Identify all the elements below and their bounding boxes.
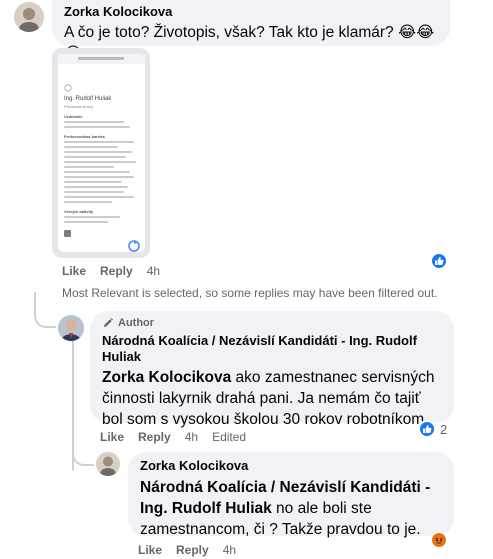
avatar-photo-icon <box>58 315 84 341</box>
reply-timestamp[interactable]: 4h <box>223 543 236 557</box>
avatar-huliak[interactable] <box>58 315 84 341</box>
browser-url <box>78 57 124 60</box>
edited-label: Edited <box>212 430 247 444</box>
comment-image-attachment[interactable]: Ing. Rudolf Huliak Predseda strany Vzdel… <box>52 48 150 258</box>
comment-bubble-zorka: Zorka Kolocikova A čo je toto? Životopis… <box>52 0 450 62</box>
reply-button[interactable]: Reply <box>100 264 133 278</box>
reply-bubble-author: Author Národná Koalícia / Nezávislí Kand… <box>90 311 454 428</box>
thread-connector-reply2 <box>72 440 94 466</box>
cv-line <box>64 171 130 173</box>
reply-text: Zorka Kolocikova ako zamestnanec servisn… <box>102 367 442 430</box>
reply-button[interactable]: Reply <box>176 543 209 557</box>
reply-author[interactable]: Zorka Kolocikova <box>140 458 442 473</box>
cv-line <box>64 186 128 188</box>
reaction-summary[interactable]: 2 <box>418 420 447 438</box>
avatar-zorka[interactable] <box>96 452 120 476</box>
reply-bubble-zorka: Zorka Kolocikova Národná Koalícia / Nezá… <box>128 452 454 538</box>
cv-line <box>64 176 134 178</box>
cv-line <box>64 191 124 193</box>
cv-subtitle: Predseda strany <box>64 104 94 109</box>
reaction-summary[interactable] <box>430 531 448 549</box>
comment-timestamp[interactable]: 4h <box>147 264 160 278</box>
facebook-icon <box>64 230 71 237</box>
recaptcha-icon <box>128 240 140 252</box>
like-button[interactable]: Like <box>62 264 86 278</box>
reaction-summary[interactable] <box>430 252 448 270</box>
cv-screenshot: Ing. Rudolf Huliak Predseda strany Vzdel… <box>58 54 145 252</box>
cv-line <box>64 181 122 183</box>
browser-bar <box>58 54 145 64</box>
author-badge: Author <box>102 317 442 329</box>
author-badge-label: Author <box>118 317 155 329</box>
cv-line <box>64 166 114 168</box>
comment-author[interactable]: Zorka Kolocikova <box>64 4 438 19</box>
reply-actions: Like Reply 4h Edited <box>100 430 246 444</box>
angry-icon <box>430 531 448 549</box>
cv-section-education: Vzdelanie <box>64 114 83 119</box>
cv-line <box>64 156 126 158</box>
thread-connector-reply1 <box>34 292 56 328</box>
like-icon <box>430 252 448 270</box>
cv-line <box>64 196 134 198</box>
cv-line <box>64 141 134 143</box>
reply-actions: Like Reply 4h <box>138 543 236 557</box>
like-button[interactable]: Like <box>138 543 162 557</box>
like-icon <box>418 420 436 438</box>
avatar-photo-icon <box>14 2 44 32</box>
cv-line <box>64 151 132 153</box>
mention-link[interactable]: Zorka Kolocikova <box>102 369 231 386</box>
filter-notice: Most Relevant is selected, so some repli… <box>62 286 438 300</box>
reply-timestamp[interactable]: 4h <box>185 430 198 444</box>
avatar-zorka[interactable] <box>14 2 44 32</box>
cv-line <box>64 126 130 128</box>
pencil-icon <box>104 318 113 327</box>
avatar-photo-icon <box>96 452 120 476</box>
cv-line <box>64 201 112 203</box>
cv-section-career: Profesionálna kariéra <box>64 134 105 139</box>
cv-section-activities: Verejné aktivity <box>64 209 94 214</box>
cv-line <box>64 146 118 148</box>
cv-name: Ing. Rudolf Huliak <box>64 96 112 102</box>
reply-author[interactable]: Národná Koalícia / Nezávislí Kandidáti -… <box>102 333 442 365</box>
profile-circle-icon <box>64 84 72 92</box>
reply-button[interactable]: Reply <box>138 430 171 444</box>
like-button[interactable]: Like <box>100 430 124 444</box>
cv-line <box>64 221 108 223</box>
cv-line <box>64 216 120 218</box>
cv-line <box>64 161 136 163</box>
cv-line <box>64 121 124 123</box>
comment-actions: Like Reply 4h <box>62 264 160 278</box>
reply-text: Národná Koalícia / Nezávislí Kandidáti -… <box>140 477 442 540</box>
reaction-count: 2 <box>440 421 448 437</box>
